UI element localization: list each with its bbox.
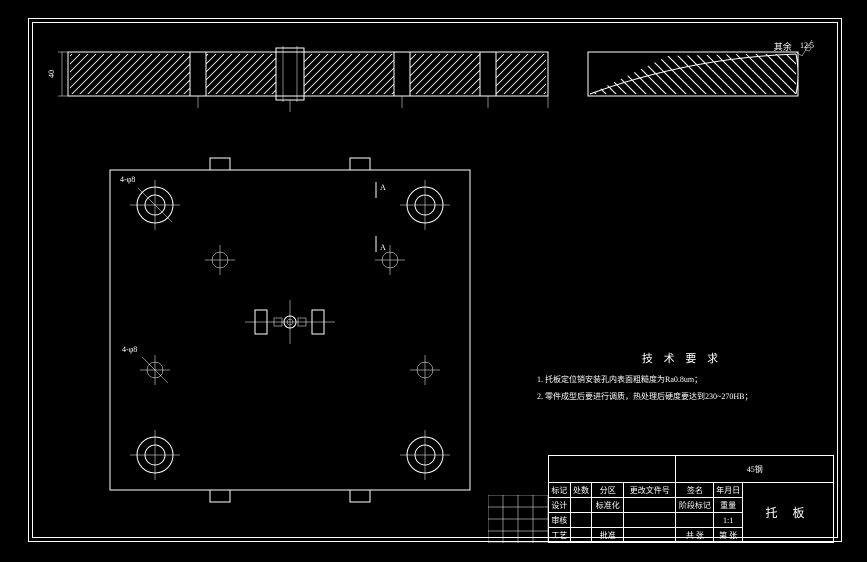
corner-boss-br <box>400 430 450 480</box>
mid-hole-4 <box>410 355 440 385</box>
angle-mark-2: 4-φ8 <box>122 345 137 354</box>
mid-hole-3: 4-φ8 <box>122 345 170 385</box>
tb-r4c3: 批准 <box>592 528 624 543</box>
tb-r4c5: 共 张 <box>676 528 714 543</box>
section-view: 40 <box>48 46 808 116</box>
tech-req-title: 技 术 要 求 <box>537 350 827 366</box>
section-label-a2: A <box>380 243 386 252</box>
revision-grid <box>488 495 548 543</box>
tech-req-line1: 1. 托板定位销安装孔内表面粗糙度为Ra0.8um； <box>537 374 827 385</box>
corner-boss-tr <box>400 180 450 230</box>
tb-r4c1: 工艺 <box>549 528 571 543</box>
corner-boss-tl: 4-φ8 <box>120 175 180 230</box>
center-feature <box>245 300 335 344</box>
tech-requirements: 技 术 要 求 1. 托板定位销安装孔内表面粗糙度为Ra0.8um； 2. 零件… <box>537 350 827 408</box>
tb-r1c3: 分区 <box>592 483 624 498</box>
tb-r2c1: 设计 <box>549 498 571 513</box>
part-name-cell: 托 板 <box>743 483 834 543</box>
cad-viewport: 其余 12.5 <box>0 0 867 562</box>
tech-req-line2: 2. 零件成型后要进行调质，热处理后硬度要达到230~270HB； <box>537 391 827 402</box>
mid-hole-1 <box>205 245 235 275</box>
tb-r4c6: 第 张 <box>714 528 743 543</box>
angle-mark-1: 4-φ8 <box>120 175 135 184</box>
tb-r2c2 <box>570 498 592 513</box>
tb-r3c1: 审核 <box>549 513 571 528</box>
tb-r1c6: 年月日 <box>714 483 743 498</box>
section-label-a1: A <box>380 183 386 192</box>
corner-boss-bl <box>130 430 180 480</box>
tb-r1c5: 签名 <box>676 483 714 498</box>
tb-r1c4: 更改文件号 <box>624 483 676 498</box>
tb-r1c2: 处数 <box>570 483 592 498</box>
tb-r2c4 <box>624 498 676 513</box>
tb-r2c5: 阶段标记 <box>676 498 714 513</box>
dim-height: 40 <box>48 70 56 78</box>
material-cell: 45钢 <box>676 456 834 483</box>
plan-view: 4-φ8 <box>80 140 500 510</box>
tb-r2c3: 标准化 <box>592 498 624 513</box>
tb-r1c1: 标记 <box>549 483 571 498</box>
title-block: 45钢 标记 处数 分区 更改文件号 签名 年月日 托 板 设计 标准化 阶段标… <box>548 455 834 543</box>
tb-r2c6: 重量 <box>714 498 743 513</box>
tb-r3c7: 1:1 <box>714 513 743 528</box>
